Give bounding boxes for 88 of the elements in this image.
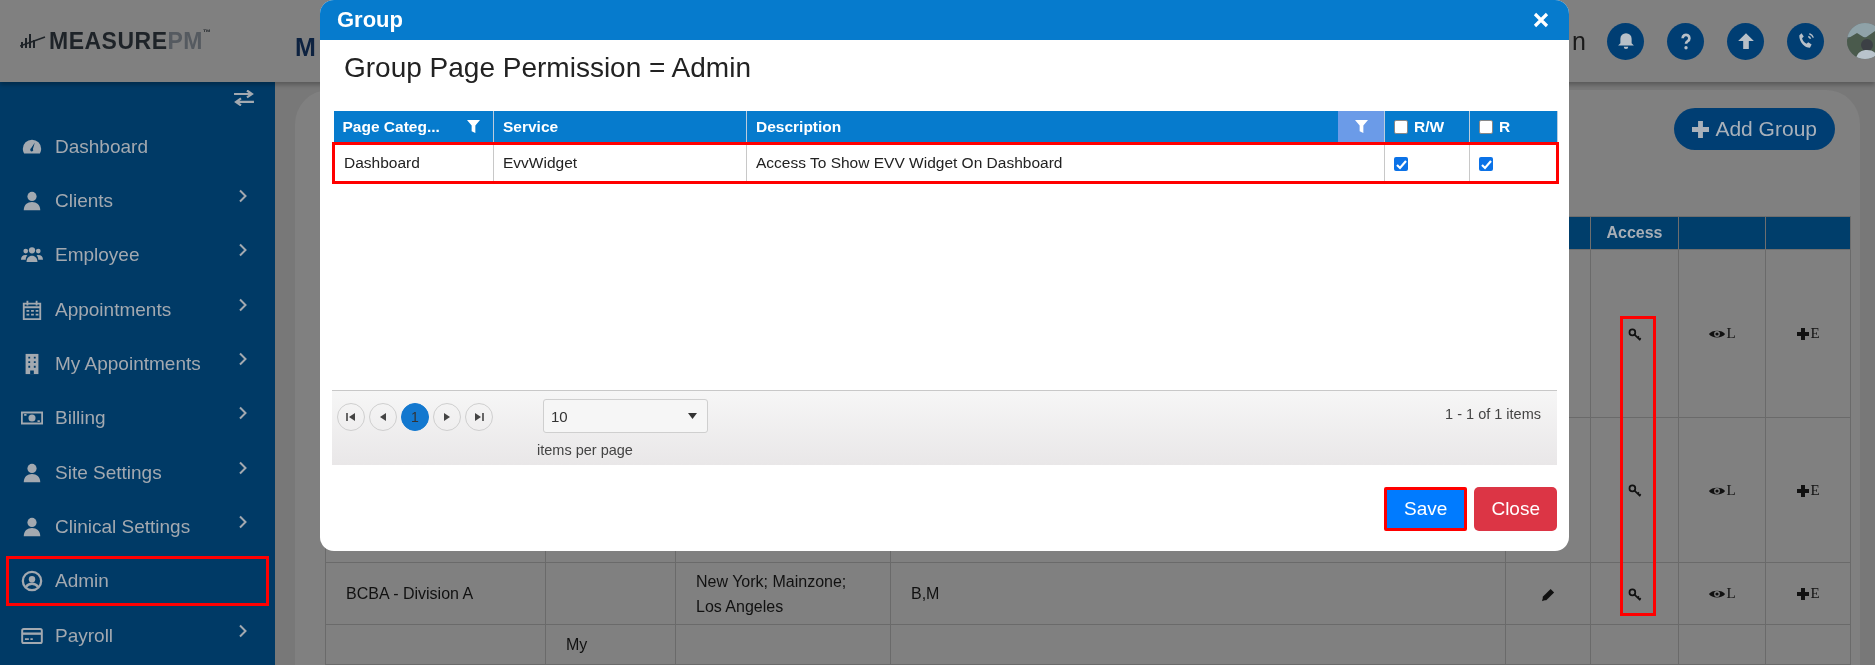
sidebar-label: Dashboard xyxy=(55,135,148,158)
view-label: L xyxy=(1726,585,1736,602)
add-group-button[interactable]: Add Group xyxy=(1674,108,1835,150)
help-icon[interactable] xyxy=(1667,22,1704,60)
close-button[interactable]: Close xyxy=(1474,487,1557,531)
caret-icon xyxy=(688,413,697,419)
plus-icon xyxy=(1796,327,1811,342)
swap-arrows-icon[interactable] xyxy=(233,90,255,106)
sidebar-item[interactable]: Admin xyxy=(6,556,269,607)
sidebar-label: Payroll xyxy=(55,624,114,647)
close-icon[interactable] xyxy=(1533,12,1549,28)
first-page-icon xyxy=(346,412,356,422)
page-button[interactable]: 1 xyxy=(401,403,429,431)
pencil-icon[interactable] xyxy=(1541,587,1555,602)
phone-icon[interactable] xyxy=(1787,22,1824,60)
chevron-right-icon xyxy=(238,406,248,421)
chevron-right-icon xyxy=(238,460,248,475)
user-icon xyxy=(21,190,43,213)
pager-summary: 1 - 1 of 1 items xyxy=(1445,406,1541,422)
table-cell: My xyxy=(566,636,588,653)
sidebar-item[interactable]: Payroll xyxy=(6,610,269,661)
last-page-icon xyxy=(474,412,484,422)
table-cell: New York; Mainzone; Los Angeles xyxy=(696,572,847,615)
user-name: n xyxy=(1572,26,1586,56)
sidebar-item[interactable]: Appointments xyxy=(6,284,269,335)
next-page-icon xyxy=(442,412,452,422)
dialog-heading: Group Page Permission = Admin xyxy=(344,54,752,85)
page-size-label: items per page xyxy=(537,442,633,458)
sidebar-item[interactable]: My Appointments xyxy=(6,339,269,389)
view-label: L xyxy=(1726,482,1736,499)
column-header: R xyxy=(1499,117,1511,136)
key-icon[interactable] xyxy=(1627,484,1642,499)
sidebar-label: Billing xyxy=(55,407,106,430)
table-cell: Dashboard xyxy=(333,143,494,183)
add-label: E xyxy=(1810,325,1820,342)
filter-icon[interactable] xyxy=(1338,111,1384,142)
chevron-right-icon xyxy=(238,352,248,367)
table-cell: Access To Show EVV Widget On Dashboard xyxy=(746,143,1385,183)
chevron-right-icon xyxy=(238,189,248,204)
user-icon xyxy=(21,461,43,484)
key-icon[interactable] xyxy=(1627,587,1642,602)
sidebar-item[interactable]: Employee xyxy=(6,230,269,281)
bell-icon[interactable] xyxy=(1607,22,1644,60)
chevron-right-icon xyxy=(238,515,248,530)
sidebar-item[interactable]: Dashboard xyxy=(6,121,269,172)
logo-icon xyxy=(20,32,46,50)
checkbox[interactable] xyxy=(1394,119,1408,134)
save-button[interactable]: Save xyxy=(1384,487,1468,531)
plus-icon xyxy=(1796,587,1811,602)
sidebar-label: Site Settings xyxy=(55,461,162,484)
column-header: Description xyxy=(756,117,842,136)
previous-page-icon xyxy=(378,412,388,422)
add-label: E xyxy=(1810,585,1820,602)
sidebar-label: Admin xyxy=(55,570,109,593)
dialog-title: Group xyxy=(337,7,403,33)
chevron-right-icon xyxy=(238,623,248,638)
user-icon xyxy=(21,516,43,539)
company-logo: M xyxy=(295,32,316,62)
table-cell: EvvWidget xyxy=(493,143,747,183)
checkbox[interactable] xyxy=(1479,119,1493,134)
column-header: Service xyxy=(503,117,559,136)
column-header: R/W xyxy=(1414,117,1445,136)
sidebar-item[interactable]: Clinical Settings xyxy=(6,502,269,552)
sidebar-label: My Appointments xyxy=(55,353,201,376)
plus-icon xyxy=(1692,120,1710,138)
sidebar-item[interactable]: Clients xyxy=(6,176,269,227)
sidebar-item[interactable]: Billing xyxy=(6,393,269,444)
sidebar-label: Clinical Settings xyxy=(55,516,191,539)
sidebar-label: Clients xyxy=(55,190,114,213)
view-label: L xyxy=(1726,325,1736,342)
page-size-dropdown[interactable]: 10 xyxy=(543,399,708,433)
sidebar-label: Employee xyxy=(55,244,140,267)
table-cell: B,M xyxy=(911,585,940,602)
calendar-icon xyxy=(21,298,43,321)
sidebar-item[interactable]: Site Settings xyxy=(6,447,269,498)
table-cell: BCBA - Division A xyxy=(346,585,474,602)
checkbox[interactable] xyxy=(1394,156,1408,171)
column-header: Page Categ... xyxy=(342,117,440,136)
user-circle-icon xyxy=(21,570,43,593)
checkbox[interactable] xyxy=(1479,156,1493,171)
sidebar-label: Appointments xyxy=(55,298,172,321)
add-label: E xyxy=(1810,482,1820,499)
upload-icon[interactable] xyxy=(1727,22,1764,60)
key-icon[interactable] xyxy=(1627,327,1642,342)
column-header: Access xyxy=(1590,216,1679,250)
chevron-right-icon xyxy=(238,297,248,312)
chevron-right-icon xyxy=(238,243,248,258)
plus-icon xyxy=(1796,483,1811,498)
